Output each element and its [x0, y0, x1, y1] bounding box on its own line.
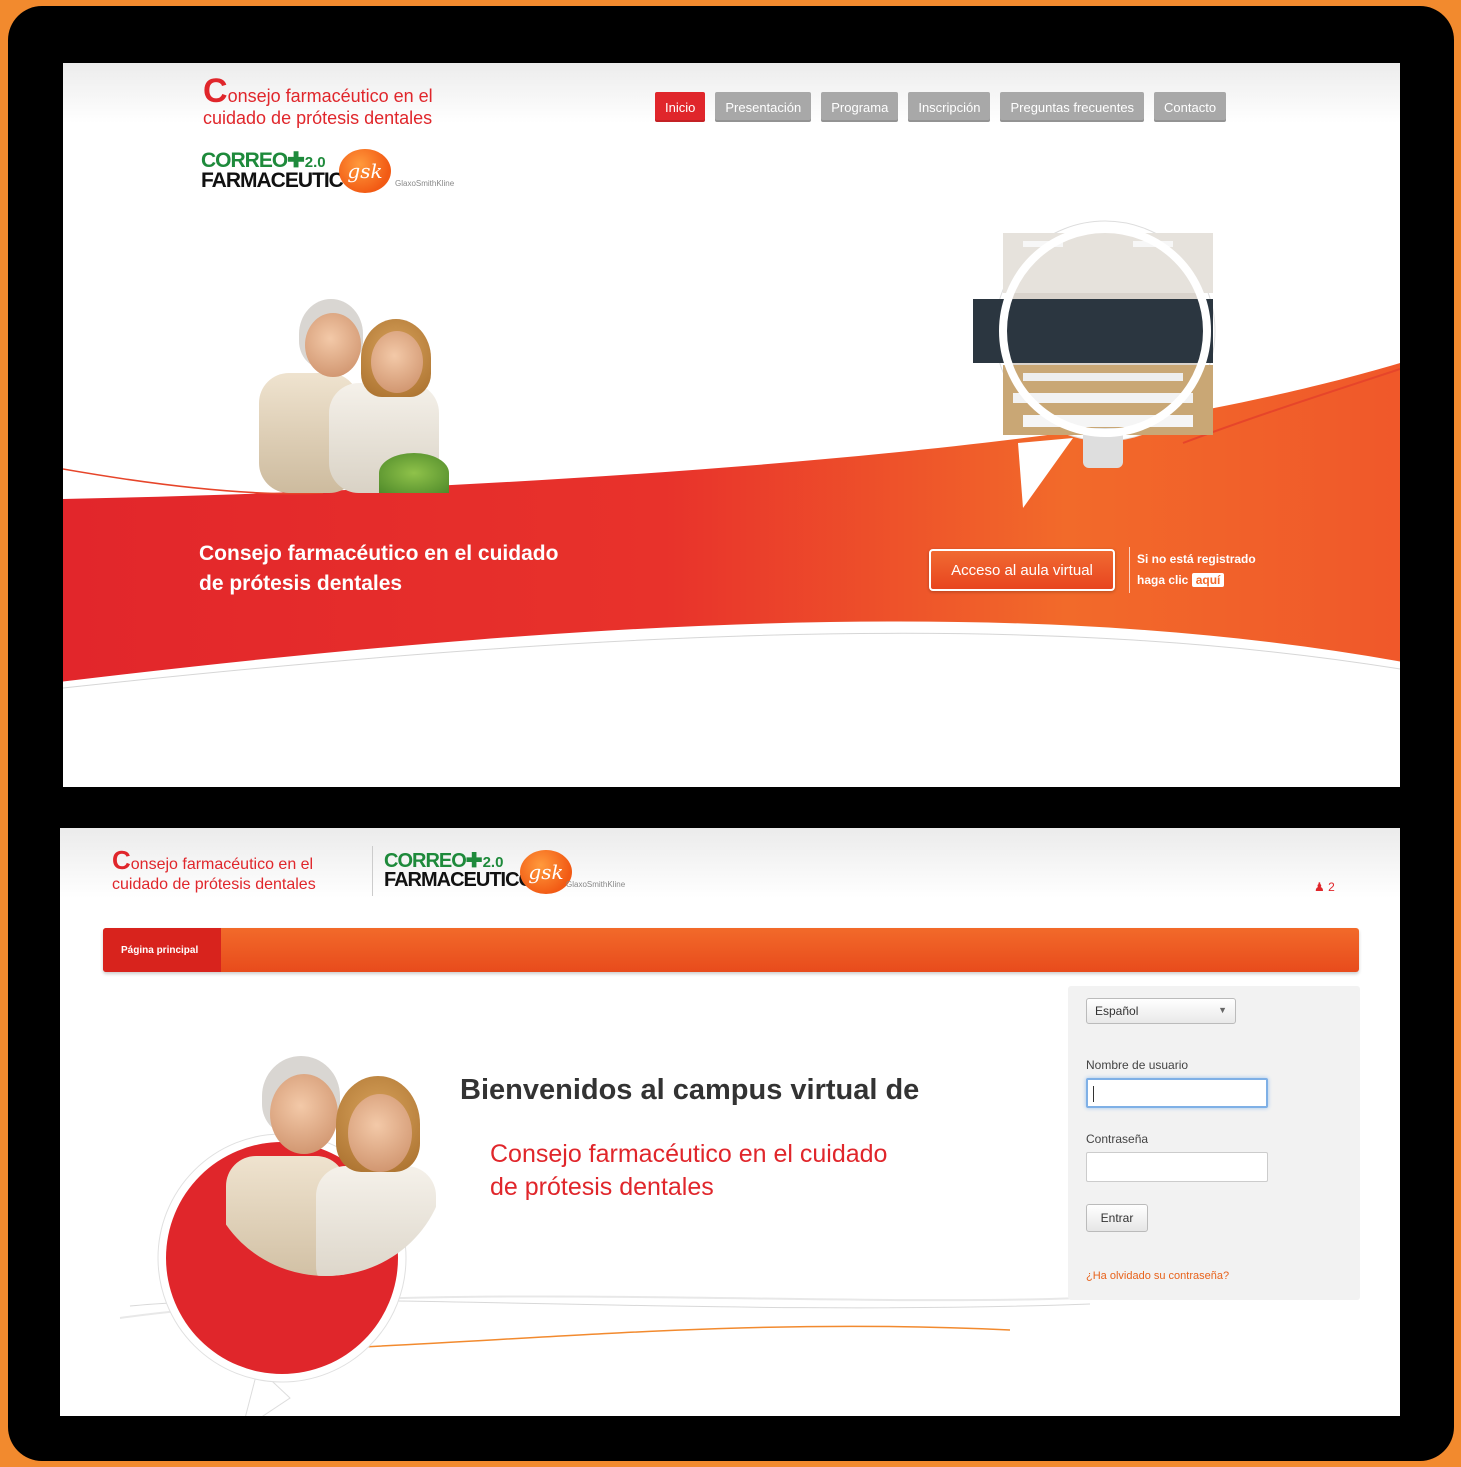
breadcrumb-home[interactable]: Página principal — [103, 928, 221, 972]
username-label: Nombre de usuario — [1086, 1058, 1189, 1072]
user-icon: ♟ — [1314, 880, 1325, 894]
register-divider — [1129, 547, 1130, 593]
course-title: Consejo farmacéutico en el cuidado de pr… — [490, 1140, 888, 1201]
login-panel: Español ▼ Nombre de usuario Contraseña E… — [1068, 986, 1360, 1300]
correo-farmaceutico-logo: CORREO✚2.0 FARMACEUTICO — [384, 850, 534, 891]
gsk-logo: gsk — [520, 850, 572, 894]
username-input[interactable] — [1086, 1078, 1268, 1108]
logo-divider — [372, 846, 373, 896]
gsk-subtitle: GlaxoSmithKline — [566, 880, 626, 889]
dropdown-caret-icon: ▼ — [1218, 1005, 1227, 1015]
forgot-password-link[interactable]: ¿Ha olvidado su contraseña? — [1086, 1270, 1229, 1282]
couple-photo-icon — [249, 293, 469, 493]
hero-title: Consejo farmacéutico en el cuidado de pr… — [199, 542, 559, 595]
campus-page: Consejo farmacéutico en el cuidado de pr… — [60, 828, 1400, 1416]
welcome-heading: Bienvenidos al campus virtual de — [460, 1074, 920, 1106]
register-link[interactable]: aquí — [1191, 573, 1225, 587]
login-button[interactable]: Entrar — [1086, 1204, 1148, 1232]
register-prompt: Si no está registrado haga clic aquí — [1137, 552, 1256, 587]
online-users[interactable]: ♟ 2 — [1314, 880, 1335, 894]
password-input[interactable] — [1086, 1152, 1268, 1182]
password-label: Contraseña — [1086, 1132, 1149, 1146]
language-select[interactable]: Español ▼ — [1086, 998, 1236, 1024]
home-page: Consejo farmacéutico en el cuidado de pr… — [63, 63, 1400, 787]
campus-logo[interactable]: Consejo farmacéutico en el cuidado de pr… — [112, 847, 316, 895]
couple-photo-icon — [206, 1046, 446, 1276]
virtual-classroom-button[interactable]: Acceso al aula virtual — [929, 549, 1115, 591]
campus-nav-bar: Página principal — [103, 928, 1359, 972]
